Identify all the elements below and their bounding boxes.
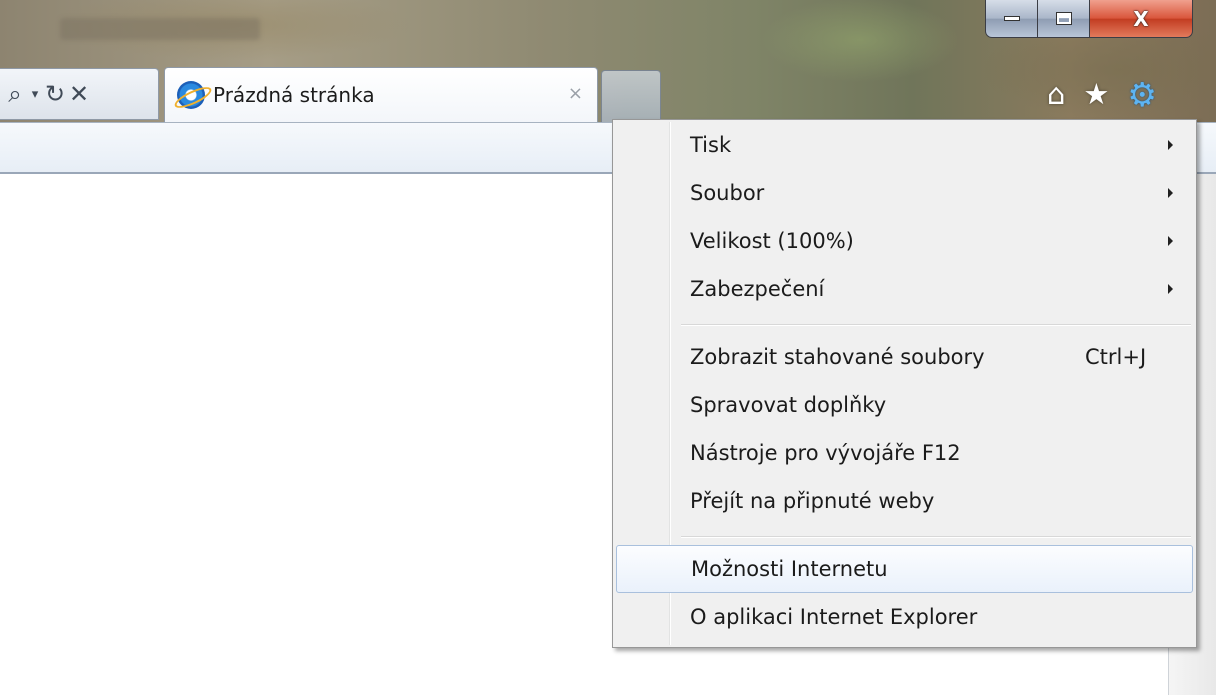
submenu-arrow-icon xyxy=(1168,140,1173,150)
menu-item-label: Soubor xyxy=(690,181,765,205)
menu-item-about-ie[interactable]: O aplikaci Internet Explorer xyxy=(616,594,1193,640)
menu-item-manage-addons[interactable]: Spravovat doplňky xyxy=(616,382,1193,428)
search-icon[interactable]: ⌕ xyxy=(4,80,26,108)
menu-item-label: Spravovat doplňky xyxy=(690,393,887,417)
menu-item-security[interactable]: Zabezpečení xyxy=(616,266,1193,312)
minimize-button[interactable] xyxy=(985,0,1038,38)
close-icon: X xyxy=(1133,6,1149,31)
window-title-blurred xyxy=(60,18,260,40)
menu-item-label: Nástroje pro vývojáře F12 xyxy=(690,441,961,465)
favorites-star-icon[interactable]: ★ xyxy=(1083,80,1109,109)
window-caption-buttons: X xyxy=(985,0,1193,38)
menu-item-file[interactable]: Soubor xyxy=(616,170,1193,216)
menu-separator xyxy=(681,324,1191,326)
menu-item-label: Zabezpečení xyxy=(690,277,825,301)
internet-explorer-icon xyxy=(177,81,205,109)
menu-item-shortcut: Ctrl+J xyxy=(1085,345,1147,369)
tools-gear-icon[interactable]: ⚙ xyxy=(1127,78,1157,111)
minimize-icon xyxy=(1003,16,1020,21)
close-window-button[interactable]: X xyxy=(1090,0,1193,38)
home-icon[interactable]: ⌂ xyxy=(1047,80,1065,109)
submenu-arrow-icon xyxy=(1168,284,1173,294)
menu-item-label: Zobrazit stahované soubory xyxy=(690,345,985,369)
maximize-button[interactable] xyxy=(1038,0,1090,38)
submenu-arrow-icon xyxy=(1168,236,1173,246)
tab-blank-page[interactable]: Prázdná stránka × xyxy=(164,67,598,122)
tab-title: Prázdná stránka xyxy=(213,83,375,107)
menu-item-label: Možnosti Internetu xyxy=(691,557,888,581)
maximize-icon xyxy=(1055,12,1072,25)
menu-item-print[interactable]: Tisk xyxy=(616,122,1193,168)
stop-icon[interactable]: ✕ xyxy=(68,80,90,108)
menu-item-label: Velikost (100%) xyxy=(690,229,854,253)
chevron-down-icon[interactable]: ▾ xyxy=(28,87,42,102)
submenu-arrow-icon xyxy=(1168,188,1173,198)
menu-item-view-downloads[interactable]: Zobrazit stahované soubory Ctrl+J xyxy=(616,334,1193,380)
tools-menu: Tisk Soubor Velikost (100%) Zabezpečení … xyxy=(612,119,1197,648)
menu-item-label: Přejít na připnuté weby xyxy=(690,489,935,513)
menu-item-developer-tools[interactable]: Nástroje pro vývojáře F12 xyxy=(616,430,1193,476)
refresh-icon[interactable]: ↻ xyxy=(44,80,66,108)
new-tab-button[interactable] xyxy=(601,70,661,122)
menu-item-label: Tisk xyxy=(690,133,732,157)
menu-separator xyxy=(681,536,1191,538)
address-bar-controls: ⌕ ▾ ↻ ✕ xyxy=(0,68,159,120)
menu-item-internet-options[interactable]: Možnosti Internetu xyxy=(616,545,1193,593)
browser-toolbar-icons: ⌂ ★ ⚙ xyxy=(1047,78,1157,111)
menu-item-pinned-sites[interactable]: Přejít na připnuté weby xyxy=(616,478,1193,524)
tab-close-button[interactable]: × xyxy=(568,83,583,104)
menu-item-zoom[interactable]: Velikost (100%) xyxy=(616,218,1193,264)
menu-item-label: O aplikaci Internet Explorer xyxy=(690,605,978,629)
